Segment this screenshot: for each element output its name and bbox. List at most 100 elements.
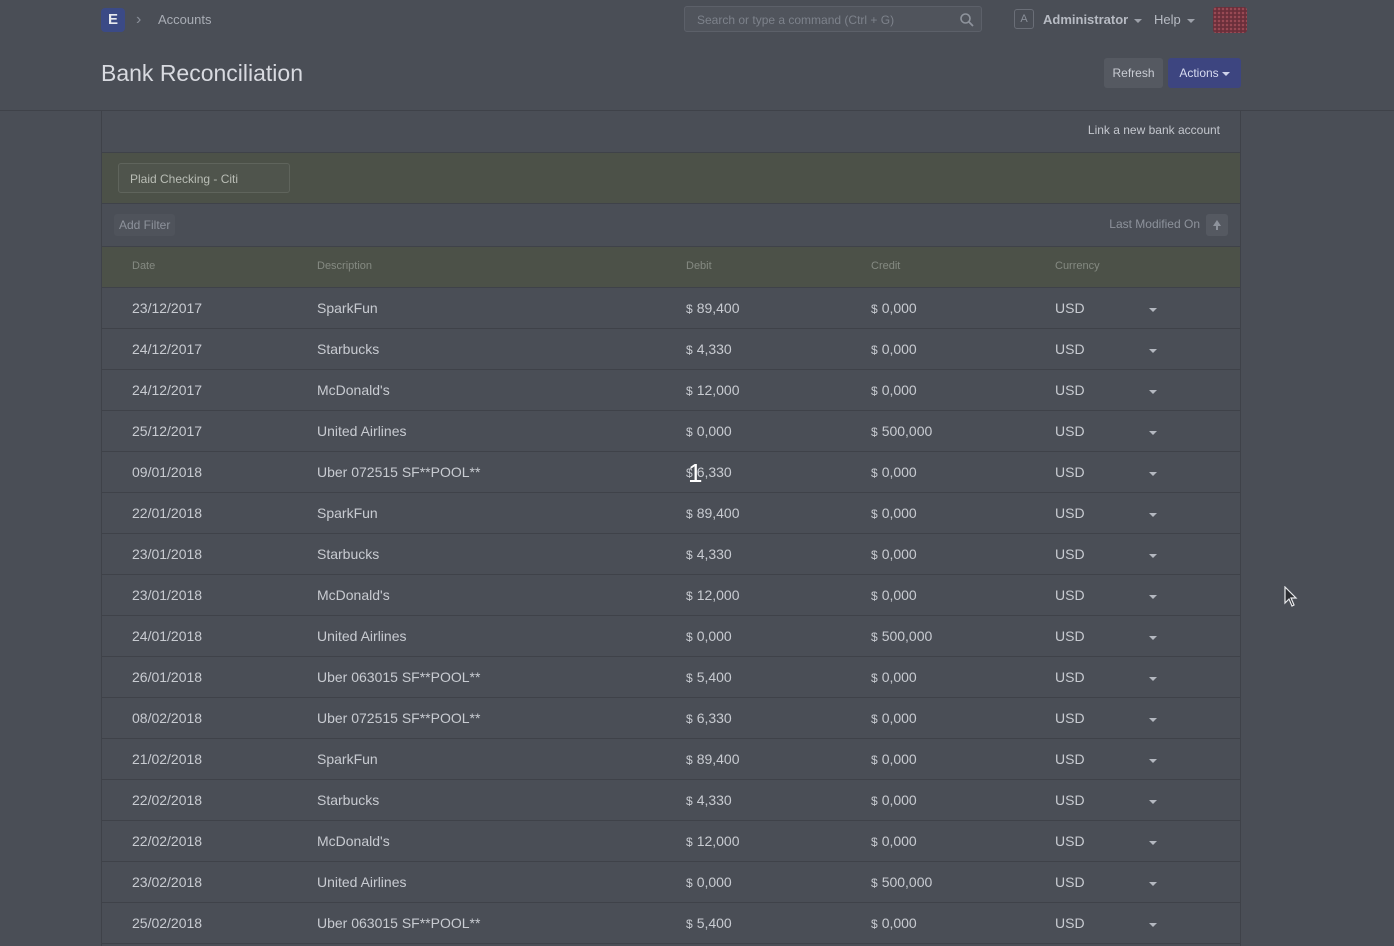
cell-description: Uber 072515 SF**POOL**	[317, 710, 481, 726]
cell-description: Uber 063015 SF**POOL**	[317, 669, 481, 685]
table-row[interactable]: 21/02/2018 SparkFun $89,400 $0,000 USD	[102, 739, 1240, 780]
table-row[interactable]: 24/12/2017 McDonald's $12,000 $0,000 USD	[102, 370, 1240, 411]
cell-debit: $5,400	[686, 669, 732, 685]
cell-debit-value: 4,330	[696, 792, 732, 808]
currency-symbol: $	[871, 425, 878, 439]
caret-down-icon	[1186, 18, 1195, 23]
cell-currency: USD	[1055, 423, 1085, 439]
currency-symbol: $	[871, 630, 878, 644]
row-dropdown-caret-icon[interactable]	[1149, 923, 1157, 927]
row-dropdown-caret-icon[interactable]	[1149, 636, 1157, 640]
cell-debit-value: 89,400	[696, 300, 740, 316]
cell-description: McDonald's	[317, 382, 390, 398]
chevron-right-icon: ›	[136, 11, 142, 28]
table-row[interactable]: 24/12/2017 Starbucks $4,330 $0,000 USD	[102, 329, 1240, 370]
cell-currency: USD	[1055, 341, 1085, 357]
currency-symbol: $	[686, 917, 693, 931]
cell-credit: $0,000	[871, 751, 917, 767]
table-row[interactable]: 22/02/2018 McDonald's $12,000 $0,000 USD	[102, 821, 1240, 862]
column-header-date: Date	[132, 260, 156, 272]
table-row[interactable]: 25/02/2018 Uber 063015 SF**POOL** $5,400 $0…	[102, 903, 1240, 944]
sort-by-selector[interactable]: Last Modified On	[1109, 217, 1200, 231]
table-row[interactable]: 25/12/2017 United Airlines $0,000 $500,000 U…	[102, 411, 1240, 452]
row-dropdown-caret-icon[interactable]	[1149, 513, 1157, 517]
table-row[interactable]: 23/01/2018 McDonald's $12,000 $0,000 USD	[102, 575, 1240, 616]
table-row[interactable]: 23/02/2018 United Airlines $0,000 $500,000 U…	[102, 862, 1240, 903]
avatar[interactable]	[1213, 7, 1247, 33]
table-row[interactable]: 08/02/2018 Uber 072515 SF**POOL** $6,330 $0…	[102, 698, 1240, 739]
cell-credit: $0,000	[871, 382, 917, 398]
breadcrumb-accounts[interactable]: Accounts	[158, 12, 211, 27]
row-dropdown-caret-icon[interactable]	[1149, 677, 1157, 681]
page-title: Bank Reconciliation	[101, 60, 304, 86]
cell-debit: $12,000	[686, 587, 740, 603]
cell-currency: USD	[1055, 505, 1085, 521]
cell-credit: $0,000	[871, 300, 917, 316]
currency-symbol: $	[871, 548, 878, 562]
row-dropdown-caret-icon[interactable]	[1149, 554, 1157, 558]
search-input[interactable]	[695, 11, 949, 29]
help-menu[interactable]: Help	[1154, 12, 1195, 27]
cell-date: 22/02/2018	[132, 792, 203, 808]
cell-debit: $12,000	[686, 382, 740, 398]
currency-symbol: $	[686, 835, 693, 849]
bank-account-field[interactable]	[118, 163, 290, 193]
column-header-credit: Credit	[871, 260, 901, 272]
refresh-button[interactable]: Refresh	[1104, 58, 1163, 88]
cell-description: Starbucks	[317, 341, 380, 357]
row-dropdown-caret-icon[interactable]	[1149, 349, 1157, 353]
cell-description: United Airlines	[317, 628, 407, 644]
cell-description: United Airlines	[317, 874, 407, 890]
step-number-label: 1	[688, 458, 703, 488]
row-dropdown-caret-icon[interactable]	[1149, 841, 1157, 845]
table-row[interactable]: 23/01/2018 Starbucks $4,330 $0,000 USD	[102, 534, 1240, 575]
cell-currency: USD	[1055, 628, 1085, 644]
cell-debit-value: 0,000	[696, 628, 732, 644]
row-dropdown-caret-icon[interactable]	[1149, 308, 1157, 312]
cell-currency: USD	[1055, 300, 1085, 316]
row-dropdown-caret-icon[interactable]	[1149, 431, 1157, 435]
row-dropdown-caret-icon[interactable]	[1149, 718, 1157, 722]
cell-debit-value: 4,330	[696, 546, 732, 562]
table-row[interactable]: 23/12/2017 SparkFun $89,400 $0,000 USD	[102, 288, 1240, 329]
cell-debit-value: 5,400	[696, 669, 732, 685]
table-row[interactable]: 22/02/2018 Starbucks $4,330 $0,000 USD	[102, 780, 1240, 821]
bank-account-input[interactable]	[128, 171, 282, 187]
cell-date: 22/01/2018	[132, 505, 203, 521]
currency-symbol: $	[686, 671, 693, 685]
row-dropdown-caret-icon[interactable]	[1149, 882, 1157, 886]
row-dropdown-caret-icon[interactable]	[1149, 472, 1157, 476]
cell-date: 23/02/2018	[132, 874, 203, 890]
cell-currency: USD	[1055, 669, 1085, 685]
row-dropdown-caret-icon[interactable]	[1149, 390, 1157, 394]
caret-down-icon	[1221, 71, 1230, 76]
cell-credit-value: 0,000	[881, 751, 917, 767]
user-menu[interactable]: Administrator	[1043, 12, 1143, 27]
link-bank-account-button[interactable]: Link a new bank account	[1088, 123, 1220, 137]
table-row[interactable]: 22/01/2018 SparkFun $89,400 $0,000 USD	[102, 493, 1240, 534]
cell-description: Starbucks	[317, 792, 380, 808]
user-initial-avatar[interactable]: A	[1014, 9, 1034, 29]
navbar: E › Accounts A Administrator Help	[0, 0, 1394, 40]
table-row[interactable]: 24/01/2018 United Airlines $0,000 $500,000 U…	[102, 616, 1240, 657]
cell-date: 24/12/2017	[132, 341, 203, 357]
currency-symbol: $	[871, 302, 878, 316]
account-filter-area	[102, 153, 1240, 204]
sort-order-button[interactable]	[1206, 214, 1228, 236]
cell-currency: USD	[1055, 874, 1085, 890]
search-bar[interactable]	[684, 6, 982, 32]
actions-button[interactable]: Actions	[1168, 58, 1241, 88]
table-row[interactable]: 26/01/2018 Uber 063015 SF**POOL** $5,400 $0…	[102, 657, 1240, 698]
user-menu-label: Administrator	[1043, 12, 1129, 27]
currency-symbol: $	[686, 712, 693, 726]
cell-credit: $0,000	[871, 792, 917, 808]
cell-currency: USD	[1055, 464, 1085, 480]
cell-debit-value: 89,400	[696, 505, 740, 521]
app-logo[interactable]: E	[101, 8, 125, 32]
table-row[interactable]: 09/01/2018 Uber 072515 SF**POOL** $6,330 $0…	[102, 452, 1240, 493]
search-icon[interactable]	[959, 12, 975, 28]
row-dropdown-caret-icon[interactable]	[1149, 595, 1157, 599]
row-dropdown-caret-icon[interactable]	[1149, 759, 1157, 763]
add-filter-button[interactable]: Add Filter	[114, 214, 176, 236]
row-dropdown-caret-icon[interactable]	[1149, 800, 1157, 804]
